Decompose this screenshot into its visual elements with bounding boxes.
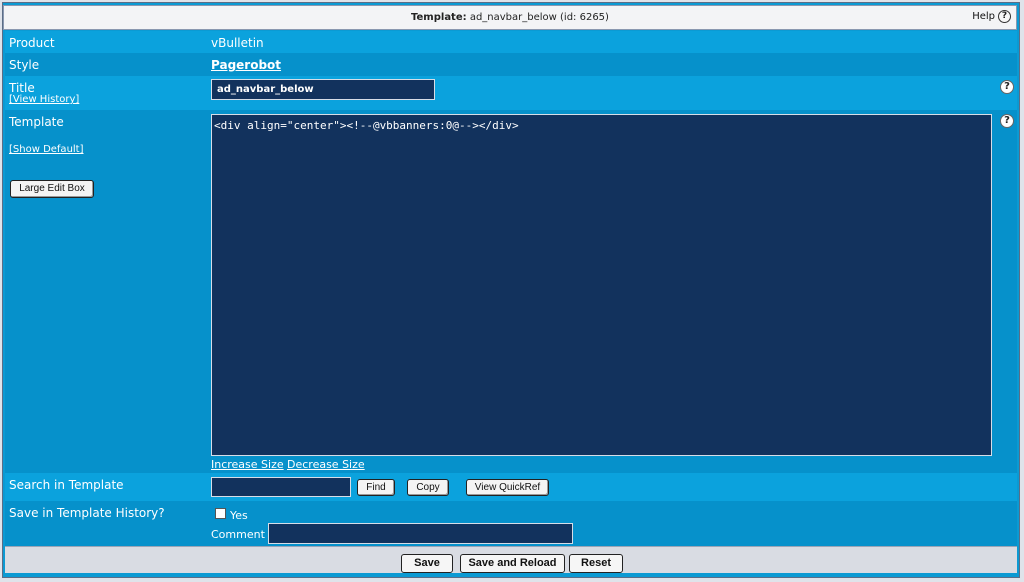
title-prefix: Template: <box>411 12 467 23</box>
form-footer: Save Save and Reload Reset <box>5 546 1017 573</box>
style-label: Style <box>9 58 40 72</box>
search-row: Search in Template Find Copy View QuickR… <box>5 473 1017 501</box>
yes-label: Yes <box>230 509 248 522</box>
increase-size-link[interactable]: Increase Size <box>211 458 284 471</box>
title-text: ad_navbar_below (id: 6265) <box>469 12 609 23</box>
title-label: Title <box>9 81 35 95</box>
help-label: Help <box>972 11 995 22</box>
view-quickref-button[interactable]: View QuickRef <box>466 479 549 496</box>
find-button[interactable]: Find <box>357 479 395 496</box>
panel-title-bar: Template: ad_navbar_below (id: 6265) Hel… <box>3 5 1017 30</box>
template-row: Template [Show Default] Large Edit Box <… <box>5 110 1017 473</box>
save-and-reload-button[interactable]: Save and Reload <box>460 554 565 573</box>
show-default-link[interactable]: [Show Default] <box>9 144 84 155</box>
comment-label: Comment <box>211 528 265 541</box>
save-history-label: Save in Template History? <box>9 506 165 520</box>
copy-button[interactable]: Copy <box>407 479 449 496</box>
help-link[interactable]: Help ? <box>972 10 1011 23</box>
comment-input[interactable] <box>268 523 573 544</box>
reset-button[interactable]: Reset <box>569 554 623 573</box>
template-code-editor[interactable]: <div align="center"><!--@vbbanners:0@-->… <box>211 114 992 456</box>
panel-title: Template: ad_navbar_below (id: 6265) <box>4 12 1016 23</box>
product-value: vBulletin <box>211 36 264 50</box>
save-history-checkbox[interactable] <box>215 508 226 519</box>
title-input[interactable]: ad_navbar_below <box>211 79 435 100</box>
style-link[interactable]: Pagerobot <box>211 58 281 72</box>
search-label: Search in Template <box>9 478 124 492</box>
search-input[interactable] <box>211 477 351 497</box>
save-history-row: Save in Template History? Yes Comment <box>5 501 1017 546</box>
template-label: Template <box>9 115 64 129</box>
large-edit-box-button[interactable]: Large Edit Box <box>10 180 94 198</box>
product-row: Product vBulletin <box>5 31 1017 53</box>
template-help-icon[interactable]: ? <box>1000 114 1014 128</box>
save-button[interactable]: Save <box>401 554 453 573</box>
style-row: Style Pagerobot <box>5 53 1017 76</box>
title-row: Title [View History] ad_navbar_below ? <box>5 76 1017 110</box>
title-help-icon[interactable]: ? <box>1000 80 1014 94</box>
decrease-size-link[interactable]: Decrease Size <box>287 458 365 471</box>
product-label: Product <box>9 36 55 50</box>
question-icon: ? <box>998 10 1011 23</box>
view-history-link[interactable]: [View History] <box>9 94 79 105</box>
